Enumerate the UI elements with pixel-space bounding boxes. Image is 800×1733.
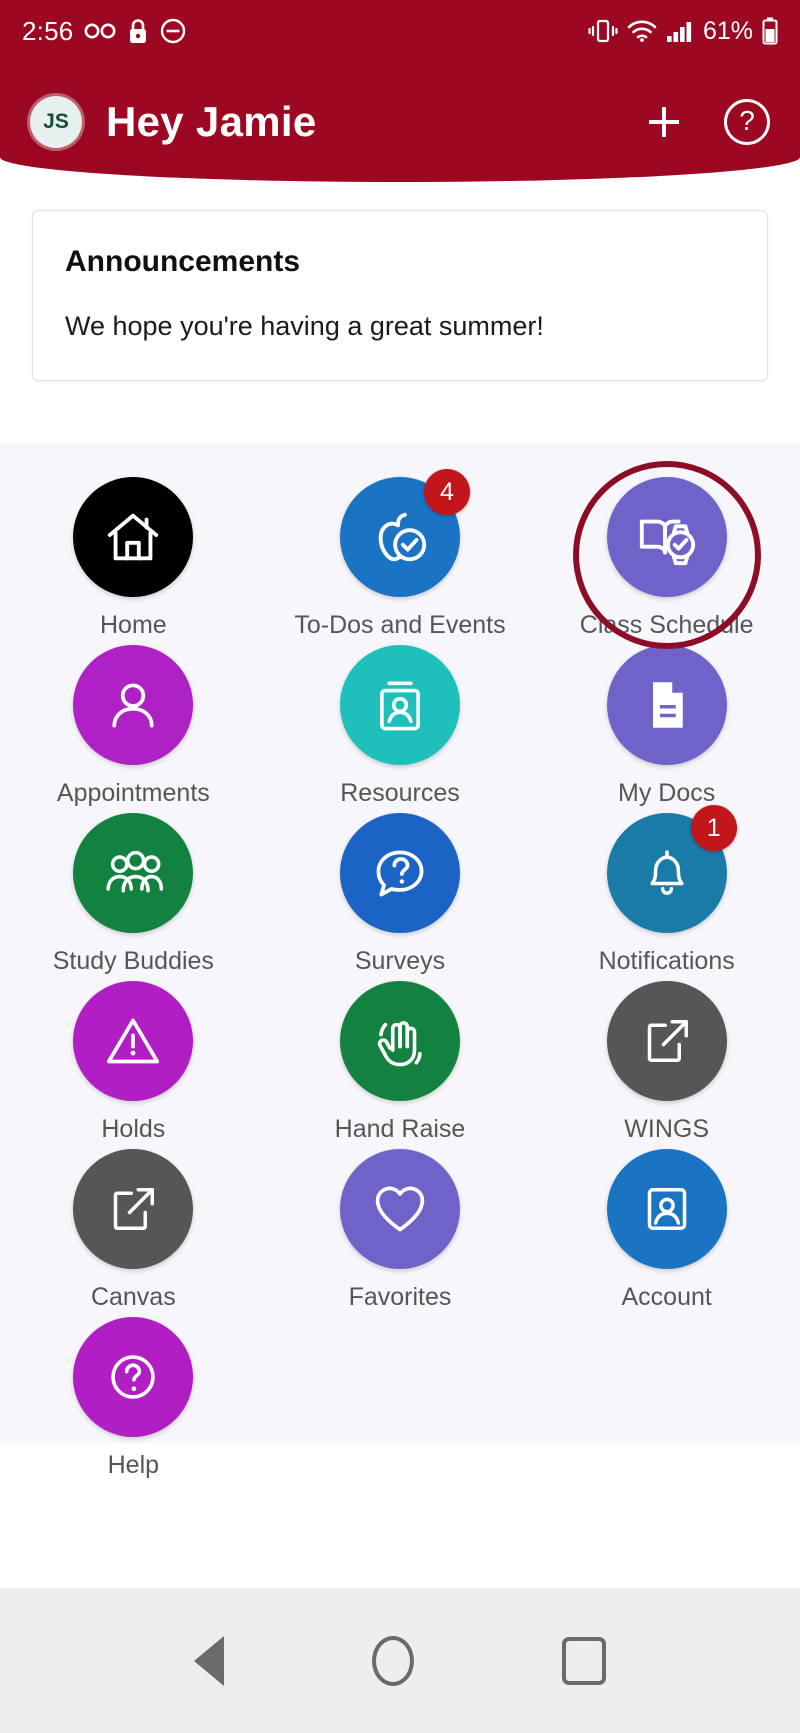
app-tile-wings[interactable]: WINGS xyxy=(533,981,800,1149)
app-grid: Home 4 To-Dos and Events Class Schedule Appo… xyxy=(0,469,800,1485)
external-link-icon[interactable] xyxy=(73,1149,194,1269)
app-header-actions: ? xyxy=(642,99,770,145)
wifi-icon xyxy=(627,20,657,42)
bell-icon[interactable]: 1 xyxy=(606,805,737,933)
warning-triangle-icon[interactable] xyxy=(73,981,194,1101)
avatar-initials: JS xyxy=(43,110,69,133)
app-tile-label: Notifications xyxy=(598,947,735,975)
app-tile-hand-raise[interactable]: Hand Raise xyxy=(267,981,534,1149)
heart-icon[interactable] xyxy=(339,1149,460,1269)
people-group-icon[interactable] xyxy=(73,813,194,933)
hand-raise-icon[interactable] xyxy=(339,981,460,1101)
app-tile-label: Appointments xyxy=(56,779,210,807)
app-tile-label: My Docs xyxy=(618,779,716,807)
status-time: 2:56 xyxy=(22,15,74,46)
add-button[interactable] xyxy=(642,100,686,144)
app-tile-my-docs[interactable]: My Docs xyxy=(533,645,800,813)
app-tile-label: Resources xyxy=(340,779,460,807)
nav-home-button[interactable] xyxy=(372,1635,414,1686)
battery-percent: 61% xyxy=(702,16,753,45)
announcements-card[interactable]: Announcements We hope you're having a gr… xyxy=(32,210,768,381)
app-tile-label: Canvas xyxy=(90,1283,176,1311)
battery-icon xyxy=(762,17,778,45)
status-bar: 2:56 61% xyxy=(0,0,800,62)
question-circle-icon[interactable] xyxy=(73,1317,194,1437)
vibrate-icon xyxy=(588,19,618,43)
announcements-message: We hope you're having a great summer! xyxy=(65,311,544,341)
app-tile-notifications[interactable]: 1 Notifications xyxy=(533,805,800,981)
nav-back-button[interactable] xyxy=(194,1635,224,1686)
app-tile-canvas[interactable]: Canvas xyxy=(0,1149,267,1317)
help-icon[interactable]: ? xyxy=(724,99,770,145)
cellular-signal-icon xyxy=(666,22,692,42)
announcements-section: Announcements We hope you're having a gr… xyxy=(0,182,800,381)
app-tile-resources[interactable]: Resources xyxy=(267,645,534,813)
app-tile-surveys[interactable]: Surveys xyxy=(267,813,534,981)
app-tile-label: Account xyxy=(621,1283,712,1311)
app-tile-appointments[interactable]: Appointments xyxy=(0,645,267,813)
main-content: Announcements We hope you're having a gr… xyxy=(0,182,800,1588)
app-tile-label: WINGS xyxy=(624,1115,710,1143)
announcements-title: Announcements xyxy=(65,245,301,278)
house-icon[interactable] xyxy=(73,477,194,597)
app-tile-class-schedule[interactable]: Class Schedule xyxy=(533,477,800,645)
avatar[interactable]: JS xyxy=(30,96,82,148)
app-tile-label: Surveys xyxy=(354,947,446,975)
person-icon[interactable] xyxy=(73,645,194,765)
voicemail-icon xyxy=(84,23,116,39)
app-tile-holds[interactable]: Holds xyxy=(0,981,267,1149)
do-not-disturb-icon xyxy=(161,18,186,44)
app-tile-label: Class Schedule xyxy=(579,611,754,639)
book-watch-icon[interactable] xyxy=(606,477,727,597)
notification-badge: 1 xyxy=(690,805,737,851)
question-bubble-icon[interactable] xyxy=(339,813,460,933)
lock-icon xyxy=(130,18,147,43)
id-card-icon[interactable] xyxy=(339,645,460,765)
app-grid-zone: Home 4 To-Dos and Events Class Schedule Appo… xyxy=(0,443,800,1479)
account-card-icon[interactable] xyxy=(606,1149,727,1269)
status-bar-left: 2:56 xyxy=(22,16,186,47)
app-tile-label: To-Dos and Events xyxy=(294,611,506,639)
app-tile-label: Home xyxy=(99,611,167,639)
app-tile-study-buddies[interactable]: Study Buddies xyxy=(0,813,267,981)
apple-check-icon[interactable]: 4 xyxy=(339,469,470,597)
page-title: Hey Jamie xyxy=(106,98,317,145)
app-tile-label: Favorites xyxy=(348,1283,452,1311)
app-tile-label: Study Buddies xyxy=(52,947,214,975)
app-header: JS Hey Jamie ? xyxy=(0,62,800,182)
system-navigation-bar xyxy=(0,1588,800,1733)
app-tile-help[interactable]: Help xyxy=(0,1317,267,1485)
external-link-icon[interactable] xyxy=(606,981,727,1101)
app-tile-home[interactable]: Home xyxy=(0,477,267,645)
app-tile-favorites[interactable]: Favorites xyxy=(267,1149,534,1317)
app-tile-label: Holds xyxy=(101,1115,166,1143)
help-icon-label: ? xyxy=(739,105,755,136)
status-bar-right: 61% xyxy=(588,17,778,46)
nav-recents-button[interactable] xyxy=(562,1636,606,1685)
app-tile-to-dos-and-events[interactable]: 4 To-Dos and Events xyxy=(267,469,534,645)
app-tile-account[interactable]: Account xyxy=(533,1149,800,1317)
document-icon[interactable] xyxy=(606,645,727,765)
app-tile-label: Help xyxy=(107,1451,160,1479)
phone-screen: 2:56 61% JS Hey Jamie ? Announcements We… xyxy=(0,0,800,1733)
app-tile-label: Hand Raise xyxy=(334,1115,466,1143)
notification-badge: 4 xyxy=(423,469,470,515)
